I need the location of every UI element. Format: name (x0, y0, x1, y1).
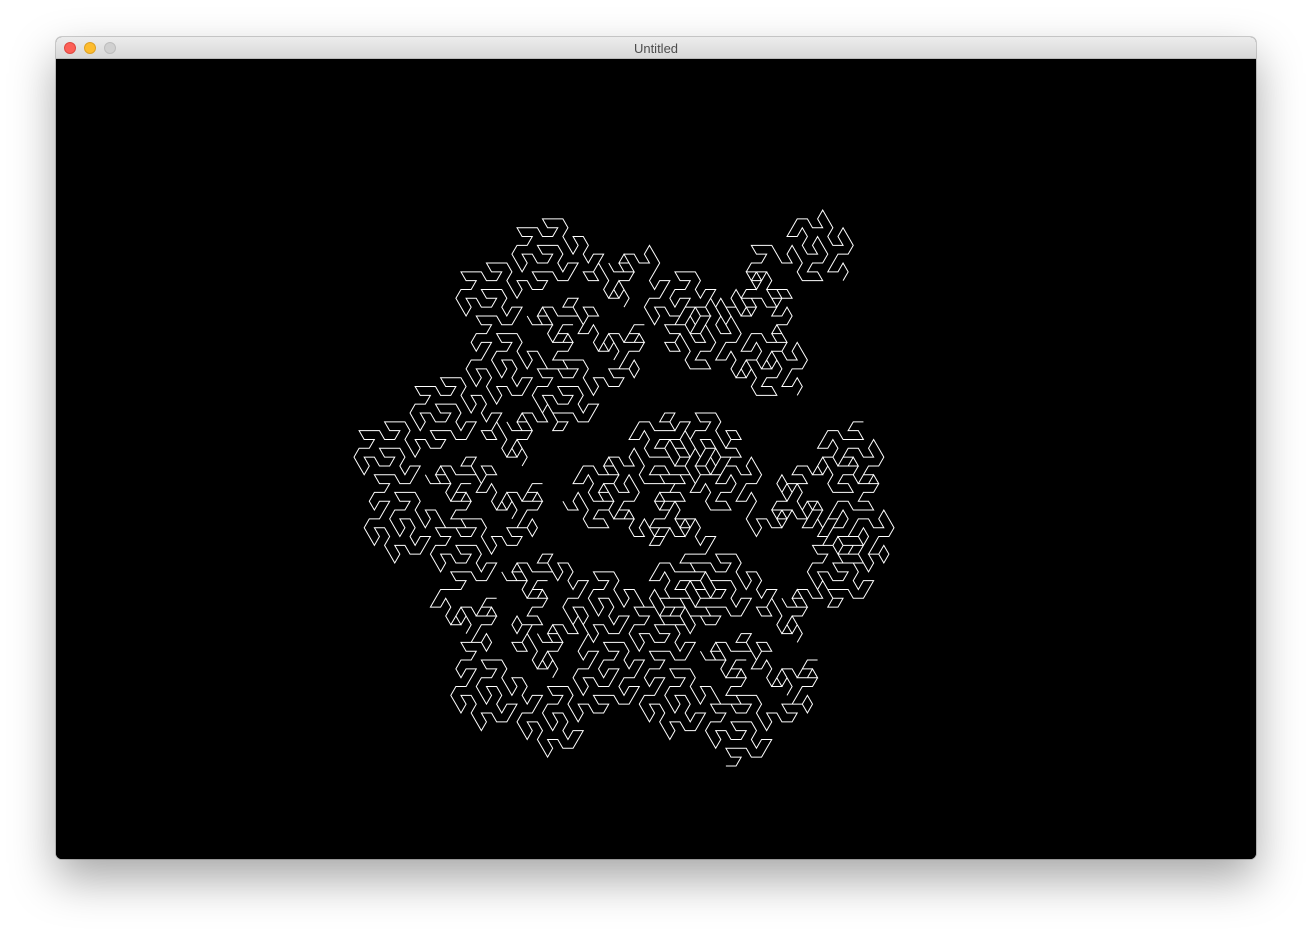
window-title: Untitled (633, 41, 679, 56)
drawing-canvas (56, 59, 1256, 859)
canvas-area (56, 59, 1256, 859)
gosper-curve-path (353, 209, 895, 767)
title-bar[interactable]: Untitled (56, 37, 1256, 59)
app-window: Untitled (56, 37, 1256, 859)
